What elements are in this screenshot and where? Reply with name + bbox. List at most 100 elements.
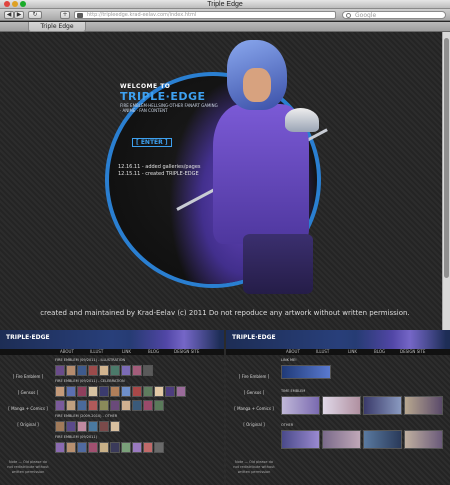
address-bar[interactable]: http://tripleedge.krad-eelav.com/index.h… bbox=[74, 11, 336, 19]
link-banner[interactable] bbox=[281, 365, 331, 379]
gallery-thumb[interactable] bbox=[77, 365, 87, 376]
gallery-thumb[interactable] bbox=[77, 386, 87, 397]
gallery-thumb[interactable] bbox=[88, 442, 98, 453]
scrollbar-thumb[interactable] bbox=[444, 38, 449, 278]
nav-blog[interactable]: BLOG bbox=[374, 349, 385, 355]
site-brand: TRIPLE·EDGE bbox=[120, 90, 206, 103]
gallery-thumb[interactable] bbox=[132, 365, 142, 376]
gallery-thumb[interactable] bbox=[132, 442, 142, 453]
gallery-thumb[interactable] bbox=[363, 430, 402, 449]
character-legs bbox=[243, 234, 313, 294]
nav-design-site[interactable]: DESIGN SITE bbox=[400, 349, 425, 355]
gallery-thumb[interactable] bbox=[154, 400, 164, 411]
gallery-thumb[interactable] bbox=[143, 442, 153, 453]
menu-manga-comics[interactable]: [ Manga + Comics ] bbox=[232, 406, 276, 412]
menu-fire-emblem[interactable]: [ Fire Emblem ] bbox=[6, 374, 50, 380]
gallery-thumb[interactable] bbox=[88, 400, 98, 411]
search-placeholder: Google bbox=[355, 12, 377, 19]
gallery-thumb[interactable] bbox=[66, 400, 76, 411]
gallery-thumb[interactable] bbox=[99, 365, 109, 376]
gallery-thumb[interactable] bbox=[99, 400, 109, 411]
gallery-thumb[interactable] bbox=[66, 365, 76, 376]
gallery-thumb[interactable] bbox=[110, 386, 120, 397]
scrollbar[interactable] bbox=[442, 32, 450, 330]
gallery-thumb[interactable] bbox=[77, 442, 87, 453]
add-bookmark-button[interactable]: + bbox=[60, 11, 70, 19]
gallery-thumb[interactable] bbox=[66, 442, 76, 453]
nav-about[interactable]: ABOUT bbox=[60, 349, 74, 355]
gallery-thumb[interactable] bbox=[99, 386, 109, 397]
menu-original[interactable]: [ Original ] bbox=[232, 422, 276, 428]
gallery-thumb[interactable] bbox=[88, 365, 98, 376]
menu-gensos[interactable]: [ Gensos ] bbox=[232, 390, 276, 396]
gallery-thumb[interactable] bbox=[55, 400, 65, 411]
gallery-thumb[interactable] bbox=[77, 421, 87, 432]
nav-link[interactable]: LINK bbox=[122, 349, 131, 355]
menu-original[interactable]: [ Original ] bbox=[6, 422, 50, 428]
search-field[interactable]: Google bbox=[342, 11, 446, 19]
section-title: FIRE EMBLEM (09/2011) - ILLUSTRATION bbox=[55, 358, 126, 362]
gallery-thumb[interactable] bbox=[322, 396, 361, 415]
gallery-thumb[interactable] bbox=[143, 365, 153, 376]
gallery-preview-right: TRIPLE·EDGE ABOUT ILLUST LINK BLOG DESIG… bbox=[226, 330, 450, 485]
browser-window: Triple Edge ◀ ▶ ↻ + http://tripleedge.kr… bbox=[0, 0, 450, 485]
gallery-thumb[interactable] bbox=[121, 386, 131, 397]
gallery-thumb[interactable] bbox=[143, 386, 153, 397]
gallery-thumb[interactable] bbox=[176, 386, 186, 397]
gallery-thumb[interactable] bbox=[99, 442, 109, 453]
tab-triple-edge[interactable]: Triple Edge bbox=[28, 22, 86, 32]
gallery-thumb[interactable] bbox=[165, 386, 175, 397]
forward-button[interactable]: ▶ bbox=[14, 11, 24, 19]
gallery-thumb[interactable] bbox=[77, 400, 87, 411]
menu-manga-comics[interactable]: [ Manga + Comics ] bbox=[6, 406, 50, 412]
gallery-thumb[interactable] bbox=[121, 400, 131, 411]
site-icon bbox=[77, 13, 83, 18]
gallery-thumb[interactable] bbox=[55, 421, 65, 432]
gallery-thumb[interactable] bbox=[110, 442, 120, 453]
nav-illust[interactable]: ILLUST bbox=[90, 349, 103, 355]
back-button[interactable]: ◀ bbox=[4, 11, 14, 19]
banner-art bbox=[130, 330, 220, 349]
gallery-thumb[interactable] bbox=[110, 421, 120, 432]
gallery-thumb[interactable] bbox=[66, 421, 76, 432]
gallery-thumb[interactable] bbox=[363, 396, 402, 415]
menu-gensos[interactable]: [ Gensos ] bbox=[6, 390, 50, 396]
thumb-row bbox=[55, 421, 217, 433]
gallery-thumb[interactable] bbox=[88, 386, 98, 397]
gallery-thumb[interactable] bbox=[281, 396, 320, 415]
gallery-thumb[interactable] bbox=[55, 386, 65, 397]
gallery-thumb[interactable] bbox=[154, 386, 164, 397]
link-banner-row bbox=[281, 365, 443, 379]
nav-blog[interactable]: BLOG bbox=[148, 349, 159, 355]
enter-link[interactable]: [ ENTER ] bbox=[132, 138, 172, 147]
panel-nav: ABOUT ILLUST LINK BLOG DESIGN SITE bbox=[226, 349, 450, 355]
gallery-thumb[interactable] bbox=[404, 396, 443, 415]
gallery-thumb[interactable] bbox=[55, 365, 65, 376]
gallery-thumb[interactable] bbox=[55, 442, 65, 453]
gallery-thumb[interactable] bbox=[132, 400, 142, 411]
gallery-thumb[interactable] bbox=[132, 386, 142, 397]
menu-fire-emblem[interactable]: [ Fire Emblem ] bbox=[232, 374, 276, 380]
panel-nav: ABOUT ILLUST LINK BLOG DESIGN SITE bbox=[0, 349, 224, 355]
gallery-thumb[interactable] bbox=[281, 430, 320, 449]
nav-about[interactable]: ABOUT bbox=[286, 349, 300, 355]
gallery-thumb[interactable] bbox=[99, 421, 109, 432]
gallery-preview-left: TRIPLE·EDGE ABOUT ILLUST LINK BLOG DESIG… bbox=[0, 330, 224, 485]
gallery-thumb[interactable] bbox=[322, 430, 361, 449]
gallery-thumb[interactable] bbox=[404, 430, 443, 449]
site-subtitle: FIRE EMBLEM·HELLSING·OTHER FANART GAMING… bbox=[120, 103, 218, 113]
nav-illust[interactable]: ILLUST bbox=[316, 349, 329, 355]
gallery-thumb[interactable] bbox=[110, 400, 120, 411]
nav-link[interactable]: LINK bbox=[348, 349, 357, 355]
gallery-thumb[interactable] bbox=[121, 442, 131, 453]
thumb-row bbox=[55, 365, 217, 377]
gallery-thumb[interactable] bbox=[110, 365, 120, 376]
gallery-thumb[interactable] bbox=[121, 365, 131, 376]
refresh-button[interactable]: ↻ bbox=[28, 11, 42, 19]
gallery-thumb[interactable] bbox=[143, 400, 153, 411]
gallery-thumb[interactable] bbox=[154, 442, 164, 453]
panel-gallery: LINK ME! TIME EMBLEM OTHER bbox=[281, 358, 443, 451]
gallery-thumb[interactable] bbox=[66, 386, 76, 397]
nav-design-site[interactable]: DESIGN SITE bbox=[174, 349, 199, 355]
gallery-thumb[interactable] bbox=[88, 421, 98, 432]
